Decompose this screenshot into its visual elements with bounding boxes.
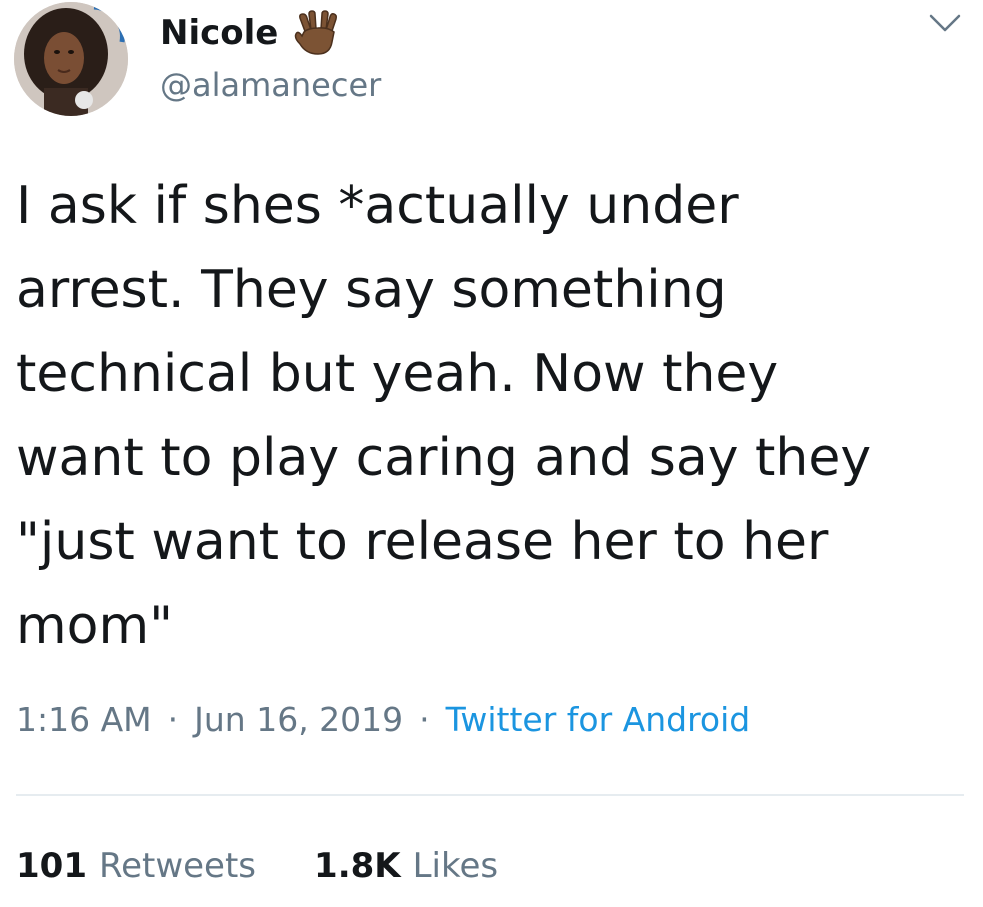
likes-stat[interactable]: 1.8K Likes bbox=[314, 846, 498, 886]
avatar-image bbox=[14, 2, 128, 116]
likes-label: Likes bbox=[412, 846, 499, 886]
tweet-source-link[interactable]: Twitter for Android bbox=[446, 700, 751, 739]
tweet-text: I ask if shes *actually under arrest. Th… bbox=[16, 176, 872, 656]
author-handle[interactable]: @alamanecer bbox=[160, 66, 381, 104]
likes-count: 1.8K bbox=[314, 846, 401, 886]
vulcan-salute-icon bbox=[295, 10, 338, 55]
divider bbox=[16, 794, 964, 796]
author-name-row[interactable]: Nicole bbox=[160, 10, 340, 56]
tweet-time[interactable]: 1:16 AM bbox=[16, 700, 152, 739]
meta-separator: · bbox=[167, 700, 179, 739]
avatar[interactable] bbox=[14, 2, 128, 116]
meta-separator: · bbox=[419, 700, 430, 739]
retweets-stat[interactable]: 101 Retweets bbox=[16, 846, 256, 886]
retweets-label: Retweets bbox=[98, 846, 257, 886]
tweet-date[interactable]: Jun 16, 2019 bbox=[194, 700, 403, 739]
tweet-meta: 1:16 AM · Jun 16, 2019 · Twitter for And… bbox=[16, 700, 750, 739]
tweet-card: Nicole @alamanecer I ask if shes *actual… bbox=[0, 0, 983, 907]
display-name[interactable]: Nicole bbox=[160, 13, 278, 53]
retweets-count: 101 bbox=[16, 846, 87, 886]
chevron-down-icon[interactable] bbox=[928, 12, 962, 34]
tweet-stats: 101 Retweets 1.8K Likes bbox=[16, 846, 498, 886]
